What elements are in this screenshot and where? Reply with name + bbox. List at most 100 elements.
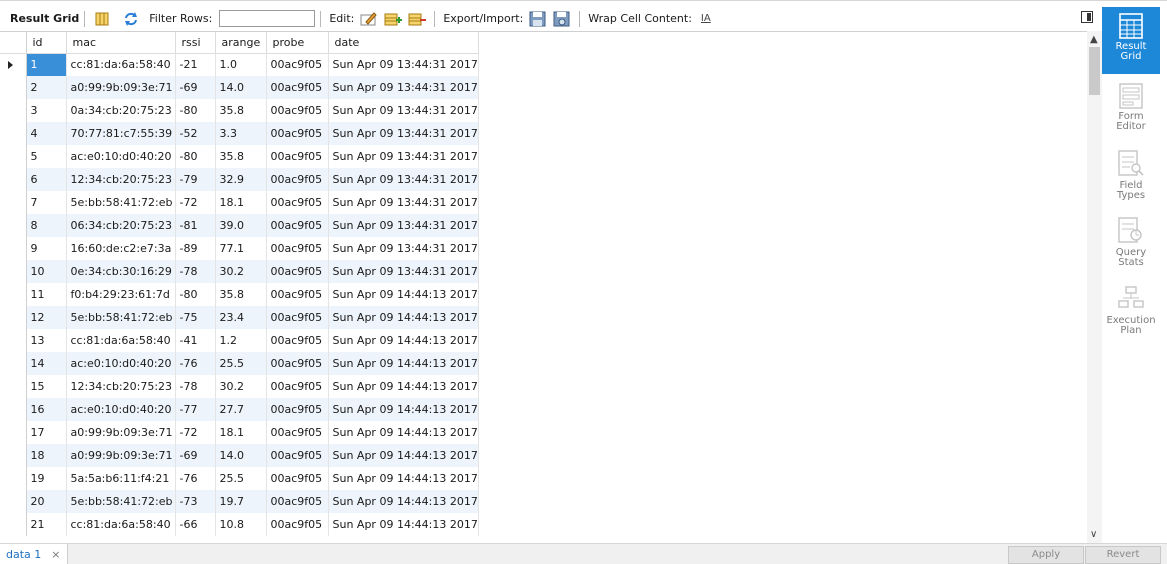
row-header[interactable] [0,283,27,306]
cell-rssi[interactable]: -75 [175,306,216,329]
cell-id[interactable]: 9 [26,237,67,260]
cell-arange[interactable]: 1.2 [215,329,267,352]
cell-date[interactable]: Sun Apr 09 13:44:31 2017 [328,237,479,260]
export-icon[interactable] [529,10,547,28]
cell-rssi[interactable]: -80 [175,145,216,168]
scroll-thumb[interactable] [1089,47,1100,95]
cell-id[interactable]: 11 [26,283,67,306]
cell-id[interactable]: 21 [26,513,67,536]
cell-probe[interactable]: 00ac9f05 [266,398,329,421]
cell-mac[interactable]: 16:60:de:c2:e7:3a [66,237,176,260]
table-row[interactable]: 10 0e:34:cb:30:16:29 -78 30.2 00ac9f05 Sun Ap… [0,260,479,283]
cell-arange[interactable]: 14.0 [215,76,267,99]
cell-date[interactable]: Sun Apr 09 13:44:31 2017 [328,122,479,145]
table-row[interactable]: 16 ac:e0:10:d0:40:20 -77 27.7 00ac9f05 Sun Ap… [0,398,479,421]
cell-mac[interactable]: ac:e0:10:d0:40:20 [66,352,176,375]
cell-id[interactable]: 7 [26,191,67,214]
row-header[interactable] [0,444,27,467]
cell-probe[interactable]: 00ac9f05 [266,375,329,398]
cell-id[interactable]: 20 [26,490,67,513]
cell-mac[interactable]: a0:99:9b:09:3e:71 [66,421,176,444]
cell-date[interactable]: Sun Apr 09 14:44:13 2017 [328,352,479,375]
table-row[interactable]: 17 a0:99:9b:09:3e:71 -72 18.1 00ac9f05 Sun Ap… [0,421,479,444]
row-header[interactable] [0,76,27,99]
toggle-side-panel-icon[interactable] [1081,11,1093,23]
row-header[interactable] [0,329,27,352]
cell-id[interactable]: 5 [26,145,67,168]
column-header-mac[interactable]: mac [66,32,176,54]
cell-probe[interactable]: 00ac9f05 [266,99,329,122]
cell-mac[interactable]: 12:34:cb:20:75:23 [66,168,176,191]
cell-probe[interactable]: 00ac9f05 [266,444,329,467]
column-header-rssi[interactable]: rssi [175,32,216,54]
cell-mac[interactable]: cc:81:da:6a:58:40 [66,513,176,536]
cell-id[interactable]: 12 [26,306,67,329]
cell-date[interactable]: Sun Apr 09 14:44:13 2017 [328,467,479,490]
cell-probe[interactable]: 00ac9f05 [266,53,329,76]
row-header[interactable] [0,214,27,237]
cell-date[interactable]: Sun Apr 09 14:44:13 2017 [328,421,479,444]
cell-date[interactable]: Sun Apr 09 14:44:13 2017 [328,513,479,536]
cell-probe[interactable]: 00ac9f05 [266,490,329,513]
cell-date[interactable]: Sun Apr 09 13:44:31 2017 [328,76,479,99]
cell-date[interactable]: Sun Apr 09 13:44:31 2017 [328,145,479,168]
cell-arange[interactable]: 14.0 [215,444,267,467]
cell-id[interactable]: 17 [26,421,67,444]
cell-date[interactable]: Sun Apr 09 14:44:13 2017 [328,329,479,352]
cell-mac[interactable]: f0:b4:29:23:61:7d [66,283,176,306]
cell-arange[interactable]: 32.9 [215,168,267,191]
table-row[interactable]: 2 a0:99:9b:09:3e:71 -69 14.0 00ac9f05 Sun Apr… [0,76,479,99]
table-row[interactable]: 15 12:34:cb:20:75:23 -78 30.2 00ac9f05 Sun Ap… [0,375,479,398]
cell-mac[interactable]: 5a:5a:b6:11:f4:21 [66,467,176,490]
cell-id[interactable]: 1 [26,53,67,76]
table-row[interactable]: 4 70:77:81:c7:55:39 -52 3.3 00ac9f05 Sun Apr … [0,122,479,145]
scroll-up-icon[interactable]: ▲ [1090,34,1098,45]
cell-arange[interactable]: 25.5 [215,467,267,490]
row-header[interactable] [0,260,27,283]
cell-mac[interactable]: a0:99:9b:09:3e:71 [66,444,176,467]
table-row[interactable]: 8 06:34:cb:20:75:23 -81 39.0 00ac9f05 Sun Apr… [0,214,479,237]
result-tab[interactable]: data 1 × [0,544,68,564]
cell-probe[interactable]: 00ac9f05 [266,122,329,145]
cell-date[interactable]: Sun Apr 09 14:44:13 2017 [328,306,479,329]
cell-date[interactable]: Sun Apr 09 13:44:31 2017 [328,260,479,283]
cell-id[interactable]: 18 [26,444,67,467]
table-row[interactable]: 9 16:60:de:c2:e7:3a -89 77.1 00ac9f05 Sun Apr… [0,237,479,260]
row-header[interactable] [0,306,27,329]
wrap-cell-toggle[interactable]: IA [701,13,711,24]
cell-rssi[interactable]: -76 [175,352,216,375]
cell-date[interactable]: Sun Apr 09 14:44:13 2017 [328,444,479,467]
row-header[interactable] [0,398,27,421]
cell-arange[interactable]: 27.7 [215,398,267,421]
cell-probe[interactable]: 00ac9f05 [266,237,329,260]
table-row[interactable]: 12 5e:bb:58:41:72:eb -75 23.4 00ac9f05 Sun Ap… [0,306,479,329]
cell-date[interactable]: Sun Apr 09 13:44:31 2017 [328,168,479,191]
cell-rssi[interactable]: -72 [175,421,216,444]
cell-mac[interactable]: a0:99:9b:09:3e:71 [66,76,176,99]
cell-probe[interactable]: 00ac9f05 [266,329,329,352]
result-grid-button[interactable]: Result Grid [1102,7,1160,74]
filter-rows-input[interactable] [219,10,316,27]
refresh-icon[interactable] [122,10,140,28]
cell-arange[interactable]: 35.8 [215,145,267,168]
cell-date[interactable]: Sun Apr 09 14:44:13 2017 [328,283,479,306]
cell-date[interactable]: Sun Apr 09 14:44:13 2017 [328,398,479,421]
cell-mac[interactable]: 5e:bb:58:41:72:eb [66,306,176,329]
row-header[interactable] [0,168,27,191]
cell-id[interactable]: 8 [26,214,67,237]
execution-plan-button[interactable]: Execution Plan [1102,285,1160,336]
cell-arange[interactable]: 77.1 [215,237,267,260]
column-header-probe[interactable]: probe [266,32,329,54]
row-header[interactable] [0,53,27,76]
cell-mac[interactable]: 5e:bb:58:41:72:eb [66,191,176,214]
cell-id[interactable]: 15 [26,375,67,398]
table-row[interactable]: 1 cc:81:da:6a:58:40 -21 1.0 00ac9f05 Sun Apr … [0,53,479,76]
cell-mac[interactable]: 0a:34:cb:20:75:23 [66,99,176,122]
cell-rssi[interactable]: -76 [175,467,216,490]
form-editor-button[interactable]: Form Editor [1102,83,1160,132]
cell-id[interactable]: 19 [26,467,67,490]
row-header[interactable] [0,421,27,444]
row-header[interactable] [0,145,27,168]
table-row[interactable]: 19 5a:5a:b6:11:f4:21 -76 25.5 00ac9f05 Sun Ap… [0,467,479,490]
cell-arange[interactable]: 18.1 [215,421,267,444]
